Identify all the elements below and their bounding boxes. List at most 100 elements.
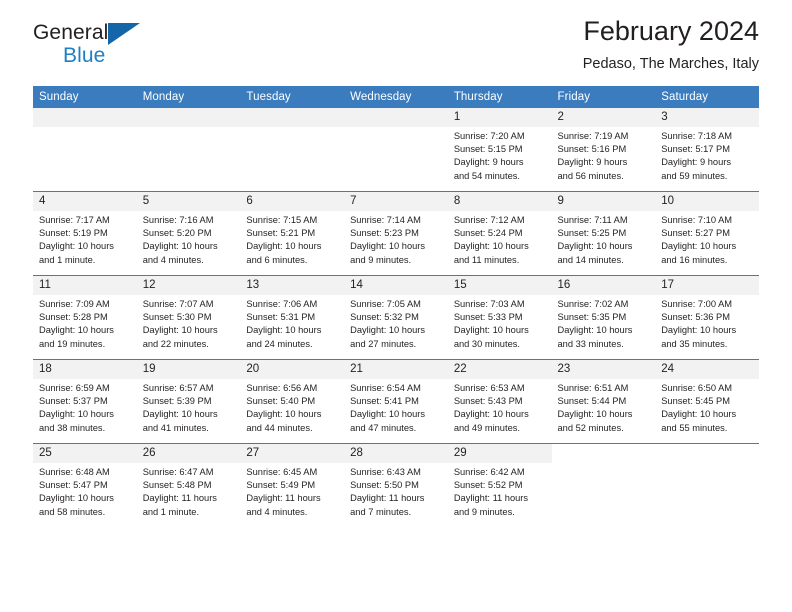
- calendar-day-cell[interactable]: 16 Sunrise: 7:02 AM Sunset: 5:35 PM Dayligh…: [551, 275, 656, 360]
- calendar-week-row: 1 Sunrise: 7:20 AM Sunset: 5:15 PM Daylight…: [33, 108, 759, 192]
- calendar-day-cell[interactable]: 1 Sunrise: 7:20 AM Sunset: 5:15 PM Daylight…: [447, 108, 552, 192]
- calendar-day-cell[interactable]: 5 Sunrise: 7:16 AM Sunset: 5:20 PM Daylight…: [136, 191, 241, 276]
- page-subtitle: Pedaso, The Marches, Italy: [582, 56, 759, 73]
- sun-info: Sunrise: 6:51 AM Sunset: 5:44 PM Daylight:…: [552, 379, 656, 435]
- day-number: 22: [447, 360, 552, 379]
- sun-info: Sunrise: 7:11 AM Sunset: 5:25 PM Daylight:…: [552, 211, 656, 267]
- day-number: 19: [136, 360, 241, 379]
- daylight-text: and 16 minutes.: [661, 254, 728, 265]
- day-number: [240, 108, 345, 127]
- calendar-day-cell[interactable]: 15 Sunrise: 7:03 AM Sunset: 5:33 PM Dayligh…: [447, 275, 552, 360]
- weekday-header-sunday: Sunday: [33, 86, 137, 108]
- sunrise-text: Sunrise: 7:17 AM: [39, 215, 110, 225]
- sunset-text: Sunset: 5:36 PM: [661, 312, 730, 323]
- day-number: 21: [344, 360, 448, 379]
- calendar-day-cell[interactable]: 17 Sunrise: 7:00 AM Sunset: 5:36 PM Dayligh…: [655, 275, 759, 360]
- sunset-text: Sunset: 5:32 PM: [350, 312, 419, 323]
- daylight-text: Daylight: 10 hours: [661, 409, 737, 420]
- calendar-day-cell[interactable]: 8 Sunrise: 7:12 AM Sunset: 5:24 PM Daylight…: [447, 191, 552, 276]
- calendar-day-cell[interactable]: 25 Sunrise: 6:48 AM Sunset: 5:47 PM Dayligh…: [33, 443, 137, 527]
- daylight-text: and 54 minutes.: [453, 170, 520, 181]
- daylight-text: Daylight: 11 hours: [246, 493, 321, 504]
- day-number: 15: [447, 276, 552, 295]
- calendar-day-cell[interactable]: 21 Sunrise: 6:54 AM Sunset: 5:41 PM Dayligh…: [344, 359, 448, 444]
- calendar-day-cell[interactable]: 9 Sunrise: 7:11 AM Sunset: 5:25 PM Daylight…: [551, 191, 656, 276]
- calendar-day-cell[interactable]: 3 Sunrise: 7:18 AM Sunset: 5:17 PM Daylight…: [655, 108, 759, 192]
- daylight-text: and 35 minutes.: [661, 338, 728, 349]
- daylight-text: Daylight: 9 hours: [453, 157, 524, 168]
- sunrise-text: Sunrise: 6:51 AM: [557, 383, 629, 393]
- calendar-day-cell[interactable]: 10 Sunrise: 7:10 AM Sunset: 5:27 PM Dayligh…: [655, 191, 759, 276]
- sun-info: Sunrise: 7:00 AM Sunset: 5:36 PM Daylight:…: [655, 295, 759, 351]
- sunrise-text: Sunrise: 7:06 AM: [246, 299, 318, 309]
- sun-info: Sunrise: 6:56 AM Sunset: 5:40 PM Daylight:…: [240, 379, 344, 435]
- sunrise-text: Sunrise: 7:14 AM: [350, 215, 421, 225]
- calendar-day-cell[interactable]: 23 Sunrise: 6:51 AM Sunset: 5:44 PM Dayligh…: [551, 359, 656, 444]
- sunset-text: Sunset: 5:50 PM: [350, 480, 419, 491]
- calendar-empty-cell: [655, 443, 759, 527]
- calendar-day-cell[interactable]: 14 Sunrise: 7:05 AM Sunset: 5:32 PM Dayligh…: [344, 275, 448, 360]
- calendar-day-cell[interactable]: 4 Sunrise: 7:17 AM Sunset: 5:19 PM Daylight…: [33, 191, 137, 276]
- daylight-text: Daylight: 9 hours: [661, 157, 731, 168]
- daylight-text: and 27 minutes.: [350, 338, 417, 349]
- calendar-week-row: 11 Sunrise: 7:09 AM Sunset: 5:28 PM Dayligh…: [33, 275, 759, 360]
- calendar-week-row: 4 Sunrise: 7:17 AM Sunset: 5:19 PM Daylight…: [33, 191, 759, 276]
- sunrise-text: Sunrise: 6:45 AM: [246, 467, 318, 477]
- brand-name-blue: Blue: [63, 44, 106, 67]
- calendar-day-cell[interactable]: 20 Sunrise: 6:56 AM Sunset: 5:40 PM Dayligh…: [240, 359, 345, 444]
- calendar-day-cell[interactable]: 19 Sunrise: 6:57 AM Sunset: 5:39 PM Dayligh…: [136, 359, 241, 444]
- calendar-day-cell[interactable]: 12 Sunrise: 7:07 AM Sunset: 5:30 PM Dayligh…: [136, 275, 241, 360]
- daylight-text: Daylight: 9 hours: [557, 157, 628, 168]
- page-header: General Blue February 2024 Pedaso, The M…: [33, 0, 759, 75]
- sunset-text: Sunset: 5:49 PM: [246, 480, 316, 491]
- sunrise-text: Sunrise: 7:05 AM: [350, 299, 421, 309]
- calendar-day-cell[interactable]: 28 Sunrise: 6:43 AM Sunset: 5:50 PM Dayligh…: [344, 443, 448, 527]
- sun-info: Sunrise: 6:53 AM Sunset: 5:43 PM Daylight:…: [448, 379, 552, 435]
- sunset-text: Sunset: 5:40 PM: [246, 396, 316, 407]
- calendar-day-cell[interactable]: 13 Sunrise: 7:06 AM Sunset: 5:31 PM Dayligh…: [240, 275, 345, 360]
- calendar-day-cell[interactable]: 2 Sunrise: 7:19 AM Sunset: 5:16 PM Daylight…: [551, 108, 656, 192]
- calendar-day-cell[interactable]: 11 Sunrise: 7:09 AM Sunset: 5:28 PM Dayligh…: [33, 275, 137, 360]
- sun-info: Sunrise: 6:47 AM Sunset: 5:48 PM Daylight:…: [137, 463, 241, 519]
- sunrise-text: Sunrise: 6:54 AM: [350, 383, 421, 393]
- calendar-empty-cell: [344, 108, 448, 192]
- brand-logo[interactable]: General Blue: [33, 22, 173, 76]
- sun-info: Sunrise: 7:15 AM Sunset: 5:21 PM Daylight:…: [240, 211, 344, 267]
- sunrise-text: Sunrise: 7:16 AM: [142, 215, 214, 225]
- daylight-text: and 19 minutes.: [39, 338, 106, 349]
- day-number: [33, 108, 137, 127]
- day-number: 5: [136, 192, 241, 211]
- daylight-text: Daylight: 10 hours: [557, 325, 633, 336]
- sun-info: Sunrise: 7:06 AM Sunset: 5:31 PM Daylight:…: [240, 295, 344, 351]
- calendar-day-cell[interactable]: 27 Sunrise: 6:45 AM Sunset: 5:49 PM Dayligh…: [240, 443, 345, 527]
- calendar-day-cell[interactable]: 7 Sunrise: 7:14 AM Sunset: 5:23 PM Daylight…: [344, 191, 448, 276]
- sunrise-text: Sunrise: 7:07 AM: [142, 299, 214, 309]
- day-number: 6: [240, 192, 345, 211]
- calendar-week-row: 18 Sunrise: 6:59 AM Sunset: 5:37 PM Dayligh…: [33, 359, 759, 444]
- daylight-text: and 55 minutes.: [661, 422, 728, 433]
- daylight-text: and 58 minutes.: [39, 506, 106, 517]
- daylight-text: Daylight: 10 hours: [142, 409, 218, 420]
- daylight-text: Daylight: 10 hours: [661, 241, 737, 252]
- sunrise-text: Sunrise: 7:12 AM: [453, 215, 525, 225]
- calendar-day-cell[interactable]: 29 Sunrise: 6:42 AM Sunset: 5:52 PM Dayligh…: [447, 443, 552, 527]
- day-number: 8: [447, 192, 552, 211]
- day-number: 17: [655, 276, 759, 295]
- sunrise-text: Sunrise: 7:15 AM: [246, 215, 318, 225]
- day-number: 4: [33, 192, 137, 211]
- calendar-day-cell[interactable]: 24 Sunrise: 6:50 AM Sunset: 5:45 PM Dayligh…: [655, 359, 759, 444]
- sun-info: Sunrise: 6:43 AM Sunset: 5:50 PM Daylight:…: [344, 463, 448, 519]
- sunrise-text: Sunrise: 6:43 AM: [350, 467, 421, 477]
- calendar-day-cell[interactable]: 26 Sunrise: 6:47 AM Sunset: 5:48 PM Dayligh…: [136, 443, 241, 527]
- calendar-day-cell[interactable]: 18 Sunrise: 6:59 AM Sunset: 5:37 PM Dayligh…: [33, 359, 137, 444]
- daylight-text: Daylight: 10 hours: [246, 241, 322, 252]
- daylight-text: Daylight: 10 hours: [142, 241, 218, 252]
- sunset-text: Sunset: 5:43 PM: [453, 396, 523, 407]
- calendar-day-cell[interactable]: 6 Sunrise: 7:15 AM Sunset: 5:21 PM Daylight…: [240, 191, 345, 276]
- daylight-text: and 59 minutes.: [661, 170, 728, 181]
- calendar-day-cell[interactable]: 22 Sunrise: 6:53 AM Sunset: 5:43 PM Dayligh…: [447, 359, 552, 444]
- calendar-header-row: Sunday Monday Tuesday Wednesday Thursday Frid…: [33, 86, 759, 108]
- sun-info: Sunrise: 7:14 AM Sunset: 5:23 PM Daylight:…: [344, 211, 448, 267]
- daylight-text: Daylight: 10 hours: [661, 325, 737, 336]
- calendar-page: General Blue February 2024 Pedaso, The M…: [0, 0, 792, 612]
